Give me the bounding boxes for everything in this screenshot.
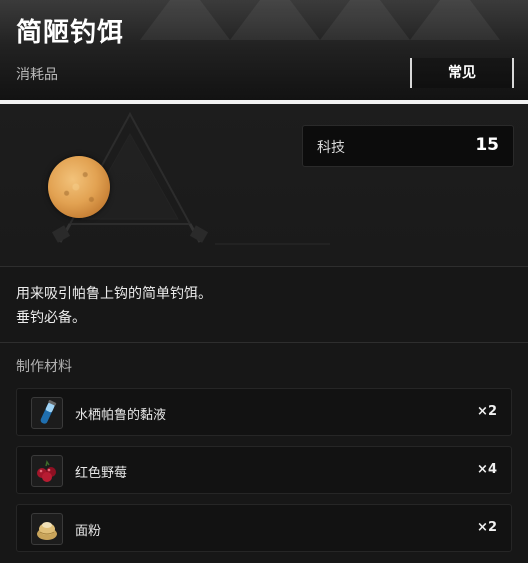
materials-title: 制作材料 (16, 359, 72, 375)
material-quantity: ×2 (477, 404, 497, 419)
header-decoration (410, 0, 500, 40)
description-line: 用来吸引帕鲁上钩的简单钓饵。 (16, 286, 212, 302)
item-header: 简陋钓饵 消耗品 常见 (0, 0, 528, 100)
item-description: 用来吸引帕鲁上钩的简单钓饵。 垂钓必备。 (16, 282, 212, 330)
material-row[interactable]: 面粉 ×2 (16, 504, 512, 552)
flour-sack-icon (31, 513, 63, 545)
description-line: 垂钓必备。 (16, 310, 86, 326)
material-quantity: ×4 (477, 462, 497, 477)
item-category: 消耗品 (16, 67, 58, 83)
red-berries-icon (31, 455, 63, 487)
item-detail-panel: 简陋钓饵 消耗品 常见 科技 15 用来吸引帕鲁上钩的简单钓饵。 垂钓必备。 制… (0, 0, 528, 563)
material-row[interactable]: 水栖帕鲁的黏液 ×2 (16, 388, 512, 436)
material-name: 红色野莓 (75, 466, 128, 481)
material-name: 面粉 (75, 524, 102, 539)
header-decoration (320, 0, 410, 40)
tech-level-box: 科技 15 (302, 125, 514, 167)
tech-label: 科技 (317, 140, 345, 156)
rarity-badge: 常见 (410, 58, 514, 88)
bait-ball-icon (48, 156, 110, 218)
section-divider (0, 342, 528, 343)
section-divider (0, 266, 528, 267)
item-showcase: 科技 15 (0, 104, 528, 266)
material-quantity: ×2 (477, 520, 497, 535)
header-decoration (140, 0, 230, 40)
slime-vial-icon (31, 397, 63, 429)
material-name: 水栖帕鲁的黏液 (75, 408, 167, 423)
item-title: 简陋钓饵 (16, 18, 125, 48)
header-decoration (230, 0, 320, 40)
material-row[interactable]: 红色野莓 ×4 (16, 446, 512, 494)
tech-value: 15 (475, 135, 499, 155)
